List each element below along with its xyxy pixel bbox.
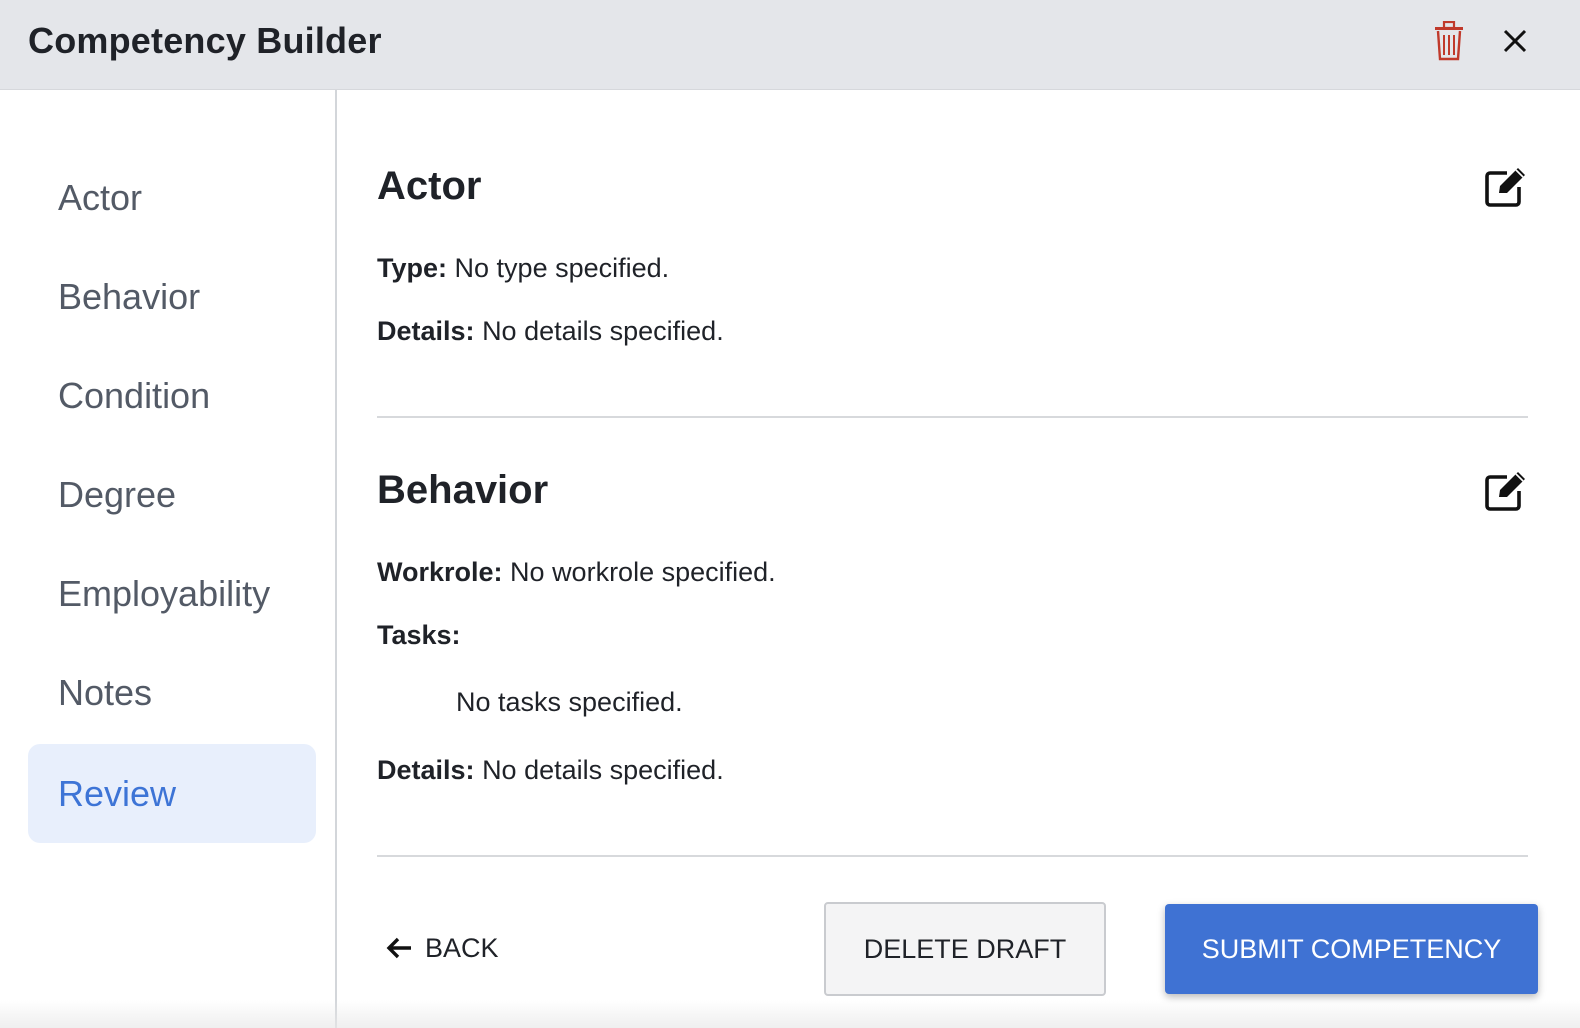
section-divider — [377, 416, 1528, 418]
actor-type-field: Type: No type specified. — [377, 253, 669, 284]
sidebar-item-label: Condition — [58, 374, 211, 416]
field-label: Type: — [377, 253, 448, 283]
behavior-details-field: Details: No details specified. — [377, 755, 724, 786]
sidebar-item-review[interactable]: Review — [28, 744, 316, 843]
behavior-tasks-field: Tasks: — [377, 620, 461, 651]
edit-icon — [1485, 472, 1525, 511]
edit-actor-button[interactable] — [1482, 162, 1532, 212]
field-label: Tasks: — [377, 620, 461, 650]
sidebar-item-label: Actor — [58, 176, 143, 218]
field-value: No details specified. — [482, 316, 724, 346]
back-label: BACK — [425, 932, 499, 963]
field-label: Details: — [377, 755, 475, 785]
arrow-left-icon — [386, 937, 411, 959]
field-value: No details specified. — [482, 755, 724, 785]
sidebar-item-notes[interactable]: Notes — [28, 643, 316, 742]
app-title: Competency Builder — [28, 20, 382, 61]
close-button[interactable] — [1493, 19, 1537, 63]
section-title-actor: Actor — [377, 164, 482, 208]
field-label: Details: — [377, 316, 475, 346]
delete-button[interactable] — [1427, 19, 1471, 63]
trash-icon — [1435, 21, 1463, 61]
field-label: Workrole: — [377, 557, 503, 587]
sidebar-item-label: Notes — [58, 671, 153, 713]
actor-details-field: Details: No details specified. — [377, 316, 724, 347]
sidebar-item-behavior[interactable]: Behavior — [28, 247, 316, 346]
sidebar-item-degree[interactable]: Degree — [28, 445, 316, 544]
sidebar-nav: Actor Behavior Condition Degree Employab… — [0, 90, 337, 1028]
delete-draft-button[interactable]: DELETE DRAFT — [824, 902, 1106, 996]
sidebar-item-employability[interactable]: Employability — [28, 544, 316, 643]
sidebar-item-actor[interactable]: Actor — [28, 148, 316, 247]
submit-competency-button[interactable]: SUBMIT COMPETENCY — [1165, 904, 1538, 994]
sidebar-item-label: Employability — [58, 572, 271, 614]
field-value: No type specified. — [454, 253, 670, 283]
review-panel: Actor Type: No type specified. Details: … — [337, 90, 1580, 1028]
edit-icon — [1485, 168, 1525, 207]
app-header: Competency Builder — [0, 0, 1580, 90]
section-title-behavior: Behavior — [377, 468, 549, 512]
behavior-workrole-field: Workrole: No workrole specified. — [377, 557, 776, 588]
field-value: No workrole specified. — [510, 557, 776, 587]
section-divider — [377, 855, 1528, 857]
close-icon — [1503, 29, 1527, 53]
sidebar-item-label: Behavior — [58, 275, 201, 317]
sidebar-item-label: Review — [58, 772, 177, 814]
behavior-tasks-value: No tasks specified. — [456, 687, 683, 717]
edit-behavior-button[interactable] — [1482, 466, 1532, 516]
sidebar-item-condition[interactable]: Condition — [28, 346, 316, 445]
sidebar-item-label: Degree — [58, 473, 177, 515]
back-button[interactable]: BACK — [385, 920, 499, 976]
